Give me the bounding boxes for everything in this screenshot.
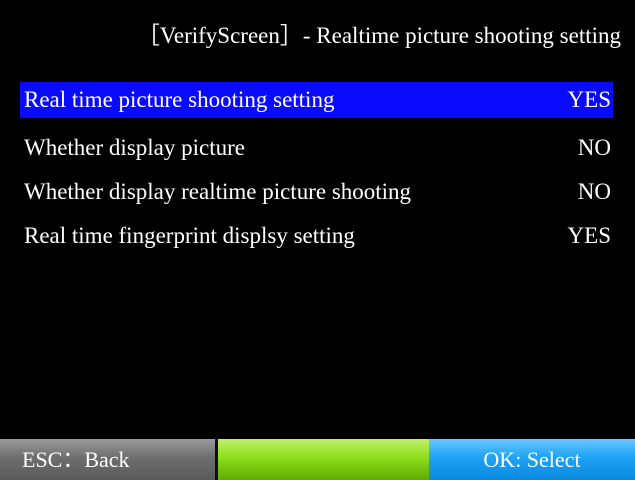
ok-select-button[interactable]: OK: Select bbox=[429, 439, 635, 480]
menu-item-fingerprint-display[interactable]: Real time fingerprint displsy setting YE… bbox=[20, 214, 613, 258]
softkey-bar: ESC：Back OK: Select bbox=[0, 439, 635, 480]
menu-item-display-realtime-picture-shooting[interactable]: Whether display realtime picture shootin… bbox=[20, 170, 613, 214]
menu-item-label: Real time picture shooting setting bbox=[24, 87, 335, 112]
menu-item-display-picture[interactable]: Whether display picture NO bbox=[20, 126, 613, 170]
menu-item-realtime-picture-shooting[interactable]: Real time picture shooting setting YES bbox=[20, 82, 613, 118]
screen-title: ［VerifyScreen］- Realtime picture shootin… bbox=[136, 23, 621, 48]
device-screen: ［VerifyScreen］- Realtime picture shootin… bbox=[0, 0, 635, 480]
menu-item-label: Real time fingerprint displsy setting bbox=[24, 223, 355, 248]
menu-item-value: NO bbox=[577, 179, 611, 204]
menu-item-value: YES bbox=[567, 87, 611, 112]
settings-menu: Real time picture shooting setting YES W… bbox=[20, 82, 613, 258]
menu-item-label: Whether display realtime picture shootin… bbox=[24, 179, 412, 204]
middle-softkey-button[interactable] bbox=[218, 439, 429, 480]
menu-item-value: NO bbox=[577, 135, 611, 160]
menu-item-label: Whether display picture bbox=[24, 135, 245, 160]
esc-back-button[interactable]: ESC：Back bbox=[0, 439, 218, 480]
menu-item-value: YES bbox=[567, 223, 611, 248]
